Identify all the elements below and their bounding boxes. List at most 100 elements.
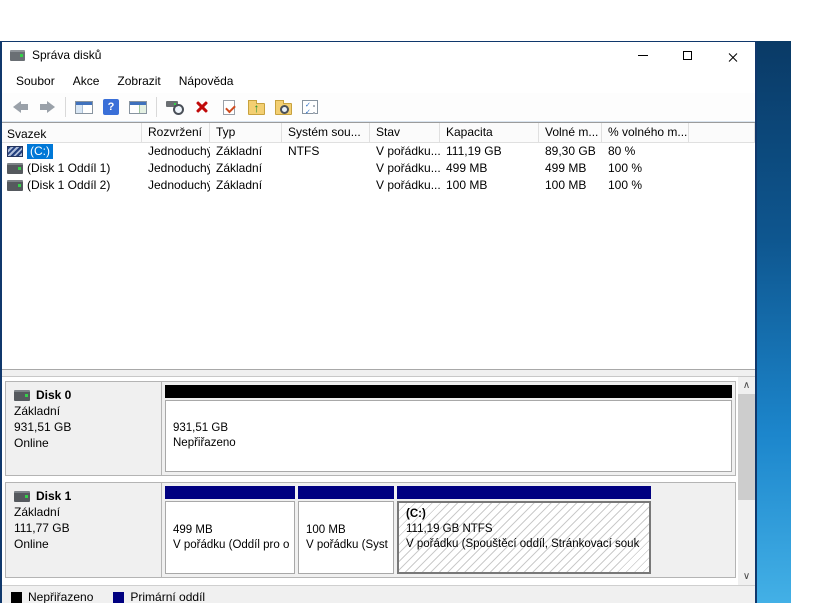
scrollbar-thumb[interactable] <box>738 394 755 500</box>
fs-cell <box>282 160 370 177</box>
column-header-pct-volneho-mista[interactable]: % volného m... <box>602 123 689 142</box>
toolbar-separator <box>156 97 157 117</box>
help-icon: ? <box>103 99 119 115</box>
minimize-icon <box>637 54 648 56</box>
disk1-partitions: 499 MB V pořádku (Oddíl pro o 100 MB V p… <box>162 483 735 577</box>
minimize-button[interactable] <box>620 42 665 68</box>
explore-button[interactable] <box>272 96 294 118</box>
legend-item-primary: Primární oddíl <box>113 590 205 603</box>
open-button[interactable] <box>245 96 267 118</box>
menu-item-zobrazit[interactable]: Zobrazit <box>108 71 169 91</box>
fs-cell: NTFS <box>288 144 320 158</box>
disk-status: Online <box>14 436 49 450</box>
region-status: V pořádku (Syst <box>306 538 388 551</box>
type-cell: Základní <box>216 178 263 192</box>
volume-icon <box>7 163 23 174</box>
partition-region-oddil1[interactable]: 499 MB V pořádku (Oddíl pro o <box>165 486 295 574</box>
volume-cell: (C:) <box>2 143 142 160</box>
volume-list-header: Svazek Rozvržení Typ Systém sou... Stav … <box>2 123 755 143</box>
menu-item-napoveda[interactable]: Nápověda <box>170 71 243 91</box>
free-cell: 100 MB <box>545 178 587 192</box>
primary-partition-bar <box>298 486 394 499</box>
layout-cell: Jednoduchý <box>148 161 210 175</box>
scroll-down-icon: ∨ <box>742 571 751 582</box>
region-status: V pořádku (Spouštěcí oddíl, Stránkovací … <box>406 538 640 550</box>
filler-cell <box>689 143 755 160</box>
disk1-info-panel[interactable]: Disk 1 Základní 111,77 GB Online <box>6 483 162 577</box>
volume-cell: (Disk 1 Oddíl 1) <box>2 160 142 177</box>
table-row-disk1-oddil2[interactable]: (Disk 1 Oddíl 2) Jednoduchý Základní V p… <box>2 177 755 194</box>
pane-splitter[interactable] <box>2 369 755 377</box>
table-row-c[interactable]: (C:) Jednoduchý Základní NTFS V pořádku.… <box>2 143 755 160</box>
disk-label: Disk 0 <box>36 388 72 402</box>
filler-cell <box>689 160 755 177</box>
disk-size: 931,51 GB <box>14 420 72 434</box>
free-cell: 499 MB <box>545 161 587 175</box>
volume-label: (Disk 1 Oddíl 2) <box>27 178 111 192</box>
type-cell: Základní <box>216 161 263 175</box>
volume-list: Svazek Rozvržení Typ Systém sou... Stav … <box>2 122 755 369</box>
mark-active-button[interactable] <box>218 96 240 118</box>
partition-body: 499 MB V pořádku (Oddíl pro o <box>165 501 295 574</box>
partition-region-oddil2[interactable]: 100 MB V pořádku (Syst <box>298 486 394 574</box>
selected-volume-icon <box>7 146 23 157</box>
properties-button[interactable]: ✓ ✓ <box>299 96 321 118</box>
scroll-down-button[interactable]: ∨ <box>738 568 755 585</box>
help-button[interactable]: ? <box>100 96 122 118</box>
unallocated-region[interactable]: 931,51 GB Nepřiřazeno <box>165 385 732 472</box>
table-row-disk1-oddil1[interactable]: (Disk 1 Oddíl 1) Jednoduchý Základní V p… <box>2 160 755 177</box>
partition-body-selected: (C:) 111,19 GB NTFS V pořádku (Spouštěcí… <box>397 501 651 574</box>
column-header-system-souboru[interactable]: Systém sou... <box>282 123 370 142</box>
layout-cell: Jednoduchý <box>148 178 210 192</box>
region-status: Nepřiřazeno <box>173 437 236 449</box>
layout-cell: Jednoduchý <box>148 144 210 158</box>
close-icon <box>727 50 738 61</box>
legend-label: Primární oddíl <box>130 590 206 603</box>
show-console-tree-button[interactable] <box>73 96 95 118</box>
back-button[interactable] <box>9 96 31 118</box>
fs-cell <box>282 177 370 194</box>
check-document-icon <box>223 99 235 115</box>
menu-item-soubor[interactable]: Soubor <box>7 71 64 91</box>
vertical-scrollbar[interactable]: ∧ ∨ <box>738 377 755 585</box>
column-header-volne-misto[interactable]: Volné m... <box>539 123 602 142</box>
filler-cell <box>689 177 755 194</box>
delete-button[interactable] <box>191 96 213 118</box>
forward-arrow-icon <box>39 101 55 113</box>
show-action-pane-button[interactable] <box>127 96 149 118</box>
unallocated-color-swatch <box>11 591 22 603</box>
rescan-disks-button[interactable] <box>164 96 186 118</box>
properties-icon: ✓ ✓ <box>302 100 318 116</box>
maximize-icon <box>683 50 692 60</box>
column-header-rozvrzeni[interactable]: Rozvržení <box>142 123 210 142</box>
region-size: 100 MB <box>306 523 346 536</box>
region-title: (C:) <box>406 508 426 520</box>
column-header-typ[interactable]: Typ <box>210 123 282 142</box>
scroll-up-button[interactable]: ∧ <box>738 377 755 394</box>
maximize-button[interactable] <box>665 42 710 68</box>
partition-region-c[interactable]: (C:) 111,19 GB NTFS V pořádku (Spouštěcí… <box>397 486 651 574</box>
column-header-kapacita[interactable]: Kapacita <box>440 123 539 142</box>
menu-item-akce[interactable]: Akce <box>64 71 109 91</box>
disk-kind: Základní <box>14 505 61 519</box>
legend-item-unallocated: Nepřiřazeno <box>11 590 93 603</box>
forward-button[interactable] <box>36 96 58 118</box>
disk-management-window: Správa disků Soubor Akce Zobrazit Nápově… <box>0 41 757 603</box>
disk0-info-panel[interactable]: Disk 0 Základní 931,51 GB Online <box>6 382 162 475</box>
free-cell: 89,30 GB <box>545 144 596 158</box>
disk-kind: Základní <box>14 404 61 418</box>
disk-icon <box>14 389 30 401</box>
rescan-disks-icon <box>165 99 185 115</box>
title-bar: Správa disků <box>2 42 755 68</box>
volume-label: (Disk 1 Oddíl 1) <box>27 161 111 175</box>
toolbar-separator <box>65 97 66 117</box>
column-header-stav[interactable]: Stav <box>370 123 440 142</box>
column-header-svazek[interactable]: Svazek <box>2 123 142 142</box>
close-button[interactable] <box>710 42 755 68</box>
menu-bar: Soubor Akce Zobrazit Nápověda <box>2 68 755 93</box>
legend-bar: Nepřiřazeno Primární oddíl <box>2 585 755 603</box>
volume-icon <box>7 180 23 191</box>
window-title: Správa disků <box>32 48 102 62</box>
status-cell: V pořádku... <box>376 144 440 158</box>
free-pct-cell: 100 % <box>608 178 643 192</box>
